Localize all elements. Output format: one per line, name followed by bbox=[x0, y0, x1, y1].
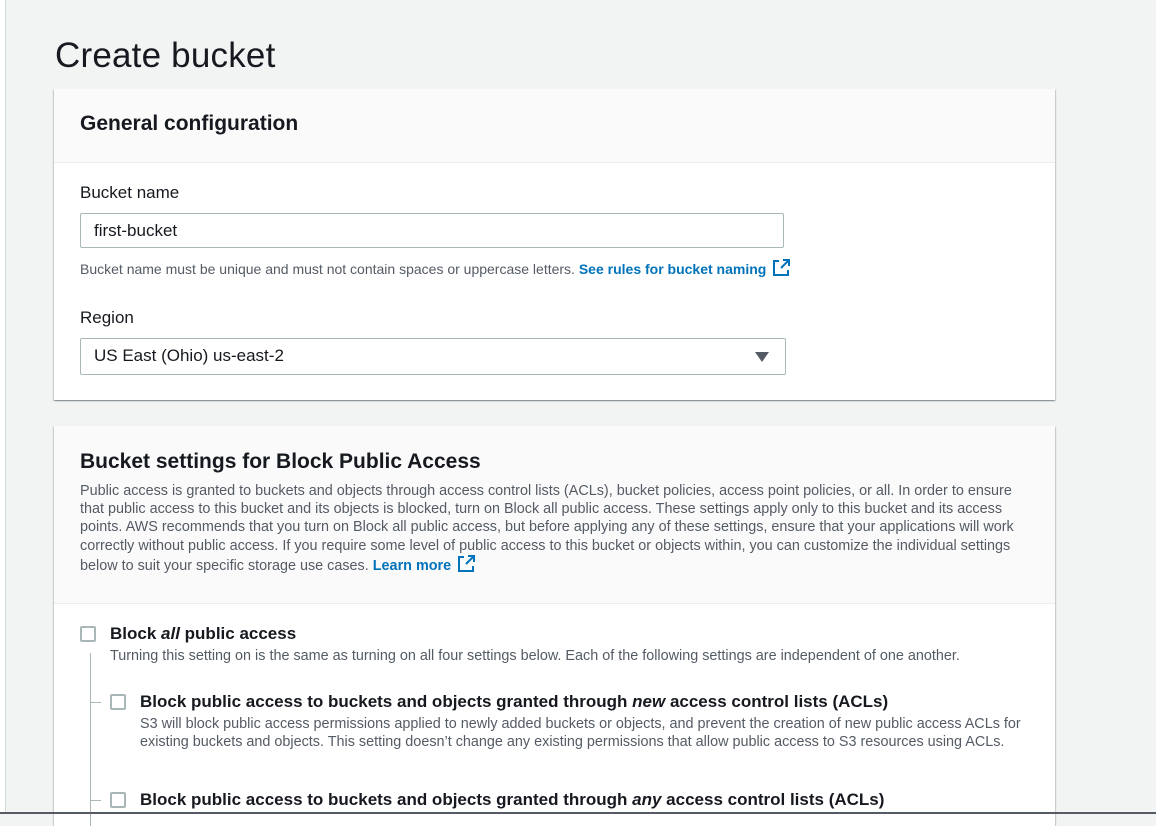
bucket-name-input[interactable] bbox=[80, 213, 784, 248]
option-1-title-prefix: Block public access to buckets and objec… bbox=[140, 692, 633, 711]
bucket-naming-rules-link[interactable]: See rules for bucket naming bbox=[578, 259, 791, 277]
block-public-access-panel: Bucket settings for Block Public Access … bbox=[54, 426, 1055, 826]
block-public-access-header: Bucket settings for Block Public Access … bbox=[54, 426, 1055, 604]
left-edge bbox=[0, 0, 6, 814]
block-new-acls-title: Block public access to buckets and objec… bbox=[140, 692, 888, 712]
block-all-public-access-title: Block all public access bbox=[110, 624, 296, 644]
tree-branch bbox=[90, 702, 101, 703]
block-all-public-access-checkbox[interactable] bbox=[80, 626, 96, 642]
region-select[interactable]: US East (Ohio) us-east-2 bbox=[80, 338, 786, 375]
block-any-acls-title: Block public access to buckets and objec… bbox=[140, 790, 884, 810]
bucket-name-label: Bucket name bbox=[80, 183, 180, 202]
option-2-title-emphasis: any bbox=[632, 790, 662, 809]
option-2-title-prefix: Block public access to buckets and objec… bbox=[140, 790, 633, 809]
external-link-icon bbox=[458, 554, 476, 572]
general-configuration-panel: General configuration Bucket name Bucket… bbox=[54, 89, 1055, 400]
caret-down-icon bbox=[755, 352, 769, 362]
block-all-public-access-description: Turning this setting on is the same as t… bbox=[110, 648, 960, 664]
block-public-access-description-text: Public access is granted to buckets and … bbox=[80, 483, 1014, 574]
block-public-access-description: Public access is granted to buckets and … bbox=[80, 482, 1025, 575]
block-new-acls-checkbox[interactable] bbox=[110, 694, 126, 710]
learn-more-link[interactable]: Learn more bbox=[372, 554, 476, 574]
block-all-title-emphasis: all bbox=[161, 624, 180, 643]
bucket-name-hint-text: Bucket name must be unique and must not … bbox=[80, 261, 575, 277]
tree-branch bbox=[90, 800, 101, 801]
bucket-name-hint: Bucket name must be unique and must not … bbox=[80, 259, 791, 277]
block-all-title-prefix: Block bbox=[110, 624, 162, 643]
learn-more-link-text: Learn more bbox=[372, 557, 452, 574]
option-1-title-suffix: access control lists (ACLs) bbox=[665, 692, 889, 711]
option-2-title-suffix: access control lists (ACLs) bbox=[661, 790, 885, 809]
block-all-title-suffix: public access bbox=[179, 624, 297, 643]
block-any-acls-checkbox[interactable] bbox=[110, 792, 126, 808]
general-configuration-header: General configuration bbox=[54, 89, 1055, 163]
block-new-acls-description: S3 will block public access permissions … bbox=[140, 716, 1021, 751]
region-label: Region bbox=[80, 308, 134, 327]
option-1-title-emphasis: new bbox=[632, 692, 666, 711]
general-configuration-title: General configuration bbox=[80, 112, 299, 135]
bucket-naming-rules-link-text: See rules for bucket naming bbox=[578, 261, 767, 277]
block-public-access-title: Bucket settings for Block Public Access bbox=[80, 450, 481, 473]
page-title: Create bucket bbox=[55, 36, 276, 75]
region-select-value: US East (Ohio) us-east-2 bbox=[94, 346, 284, 365]
external-link-icon bbox=[773, 259, 791, 276]
